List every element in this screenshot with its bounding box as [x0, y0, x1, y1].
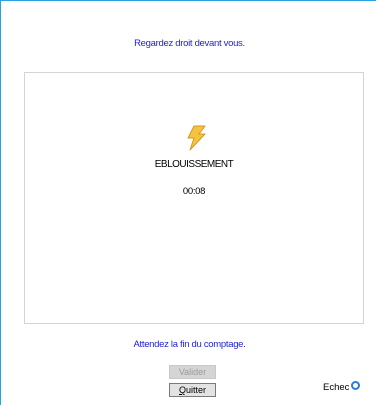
quit-button-mnemonic: Q	[178, 385, 186, 395]
validate-button[interactable]: Valider	[169, 365, 216, 379]
status-ring-icon	[351, 381, 360, 390]
result-label: Echec	[323, 382, 350, 393]
dialog-window: Regardez droit devant vous. EBLOUISSEMEN…	[0, 0, 376, 405]
lightning-bolt-icon	[187, 125, 206, 151]
test-name: EBLOUISSEMENT	[154, 159, 234, 170]
countdown-timer: 00:08	[182, 186, 206, 197]
instruction-text: Regardez droit devant vous.	[134, 38, 245, 49]
quit-button[interactable]: Quitter	[169, 383, 216, 397]
validate-button-label: Valider	[178, 367, 207, 377]
status-message: Attendez la fin du comptage.	[133, 339, 246, 350]
quit-button-label: uitter	[186, 385, 207, 395]
test-panel: EBLOUISSEMENT 00:08	[24, 72, 364, 324]
